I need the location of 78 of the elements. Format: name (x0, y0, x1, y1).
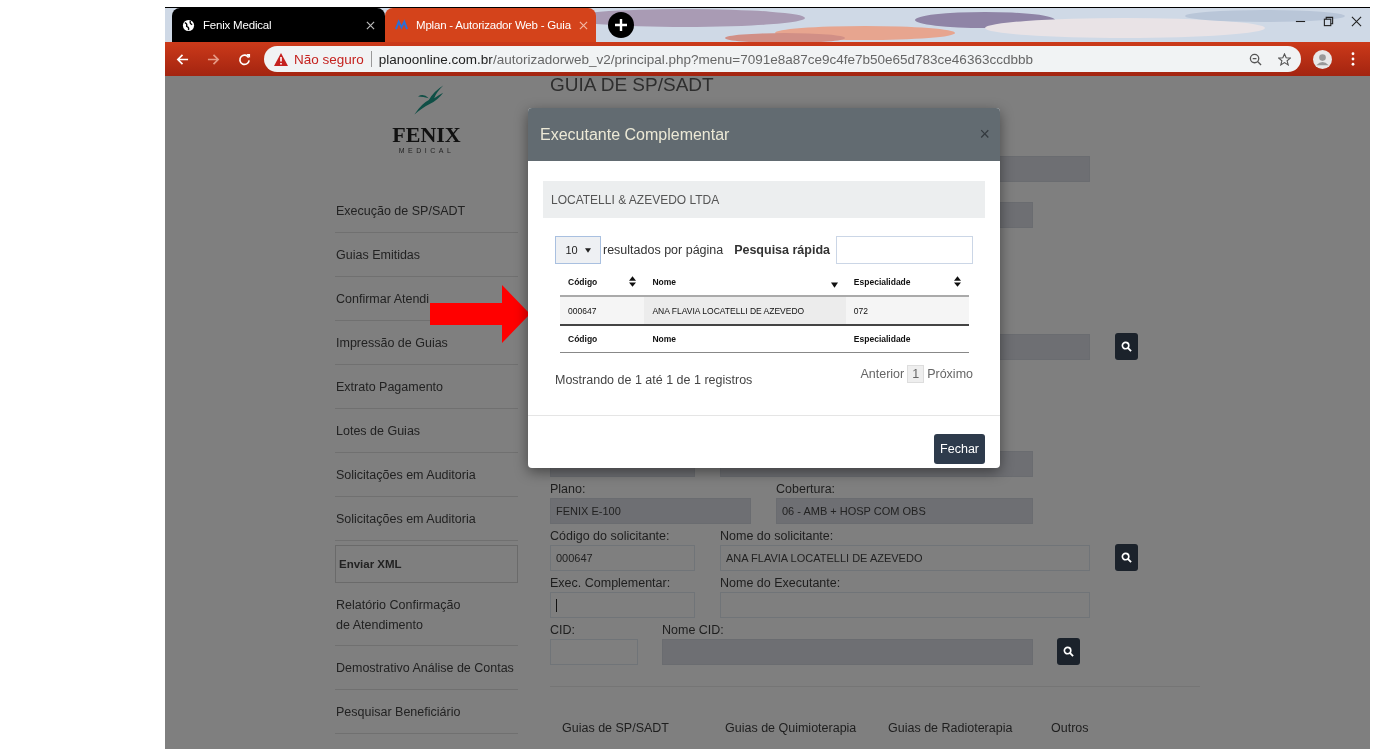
field-label: Nome do Executante: (720, 576, 842, 590)
browser-tab[interactable]: Mplan - Autorizador Web - Guia (385, 8, 596, 42)
tab[interactable]: Guias de Quimioterapia (713, 721, 876, 735)
field-label: Código do solicitante: (550, 529, 671, 543)
page-title: GUIA DE SP/SADT (550, 74, 715, 96)
table-cell: 000647 (560, 296, 645, 325)
close-icon[interactable] (1351, 16, 1362, 27)
new-tab-icon[interactable] (608, 12, 634, 38)
column-footer: Código (560, 325, 645, 353)
sidebar-item[interactable]: Impressão de Guias (336, 335, 448, 350)
profile-icon[interactable] (1313, 49, 1332, 69)
address-bar[interactable]: Não seguro planoonline.com.br/autorizadorweb_v2/principal.php?menu=7091e8a87ce9c4fe7b50e65d783ce46363ccdbbb (264, 46, 1301, 72)
sidebar-item[interactable]: Extrato Pagamento (336, 379, 443, 394)
input-field[interactable]: 000647 (550, 545, 695, 571)
company-name: LOCATELLI & AZEVEDO LTDA (543, 181, 985, 218)
field-label: Exec. Complementar: (550, 576, 672, 590)
input-field[interactable] (550, 592, 695, 618)
sidebar-item[interactable]: Demostrativo Análise de Contas (336, 660, 514, 675)
url-text: planoonline.com.br/autorizadorweb_v2/principal.php?menu=7091e8a87ce9c4fe7b50e65d783ce46363ccdbbb (378, 51, 1033, 67)
input-field[interactable]: FENIX E-100 (550, 498, 751, 524)
field-label: Nome do solicitante: (720, 529, 835, 543)
forward-icon[interactable] (207, 52, 220, 66)
browser-tab[interactable]: Fenix Medical (172, 8, 385, 42)
result-row[interactable]: 000647 ANA FLAVIA LOCATELLI DE AZEVEDO 072 (560, 296, 969, 325)
page-size-select[interactable]: 10 (555, 236, 601, 264)
close-icon[interactable] (366, 20, 375, 30)
close-dialog-button[interactable]: Fechar (934, 433, 985, 464)
star-icon[interactable] (1278, 52, 1291, 66)
caret-icon (584, 247, 591, 253)
sidebar-item[interactable]: Solicitações em Auditoria (336, 467, 476, 482)
input-field[interactable]: ANA FLAVIA LOCATELLI DE AZEVEDO (720, 545, 1090, 571)
zoom-out-icon[interactable] (1249, 52, 1262, 66)
sidebar-item[interactable]: Guias Emitidas (336, 247, 421, 262)
tab[interactable]: Guias de Radioterapia (876, 721, 1039, 735)
menu-icon[interactable] (1351, 52, 1355, 66)
search-icon (1121, 552, 1132, 563)
tab-title: Mplan - Autorizador Web - Guia (416, 19, 571, 31)
close-button[interactable]: × (979, 124, 990, 145)
table-cell: 072 (845, 296, 969, 325)
dialog-title: Executante Complementar (540, 125, 730, 144)
page-size-label: resultados por página (603, 243, 724, 257)
restore-icon[interactable] (1323, 16, 1334, 27)
search-label: Pesquisa rápida (734, 243, 830, 257)
warning-icon (274, 52, 288, 66)
sidebar-item[interactable]: Relatório Confirmação de Atendimento (336, 594, 461, 635)
sidebar-item[interactable]: Execução de SP/SADT (336, 203, 466, 218)
security-label: Não seguro (294, 51, 364, 67)
tab[interactable]: Outros (1039, 721, 1202, 735)
field-label: Nome CID: (662, 623, 725, 637)
table-cell: ANA FLAVIA LOCATELLI DE AZEVEDO (644, 296, 846, 325)
search-icon (1063, 646, 1074, 657)
globe-icon (182, 18, 195, 32)
next-link[interactable]: Próximo (927, 367, 973, 381)
search-icon (1121, 341, 1132, 352)
column-footer: Especialidade (845, 325, 969, 353)
tab-title: Fenix Medical (203, 19, 273, 31)
sidebar-item[interactable]: Pesquisar Beneficiário (336, 704, 461, 719)
tab[interactable]: Guias de SP/SADT (550, 721, 713, 735)
field-label: Cobertura: (776, 482, 837, 496)
field-label: CID: (550, 623, 576, 637)
sidebar-item[interactable]: Enviar XML (335, 545, 518, 583)
field-label: Plano: (550, 482, 587, 496)
input-field[interactable]: 06 - AMB + HOSP COM OBS (776, 498, 1033, 524)
sidebar-item[interactable]: Confirmar Atendi (336, 291, 430, 306)
sidebar-item[interactable]: Lotes de Guias (336, 423, 421, 438)
sidebar-item[interactable]: Solicitações em Auditoria (336, 511, 476, 526)
search-button[interactable] (1115, 333, 1138, 360)
logo-icon (395, 18, 408, 32)
previous-link[interactable]: Anterior (860, 367, 905, 381)
logo-name: FENIX (392, 124, 461, 146)
results-info: Mostrando de 1 até 1 de 1 registros (555, 373, 753, 387)
back-icon[interactable] (176, 52, 189, 66)
search-button[interactable] (1115, 544, 1138, 571)
reload-icon[interactable] (238, 52, 251, 66)
column-footer: Nome (644, 325, 846, 353)
search-field[interactable] (836, 236, 973, 264)
search-button[interactable] (1057, 638, 1080, 665)
page-number[interactable]: 1 (907, 365, 925, 383)
